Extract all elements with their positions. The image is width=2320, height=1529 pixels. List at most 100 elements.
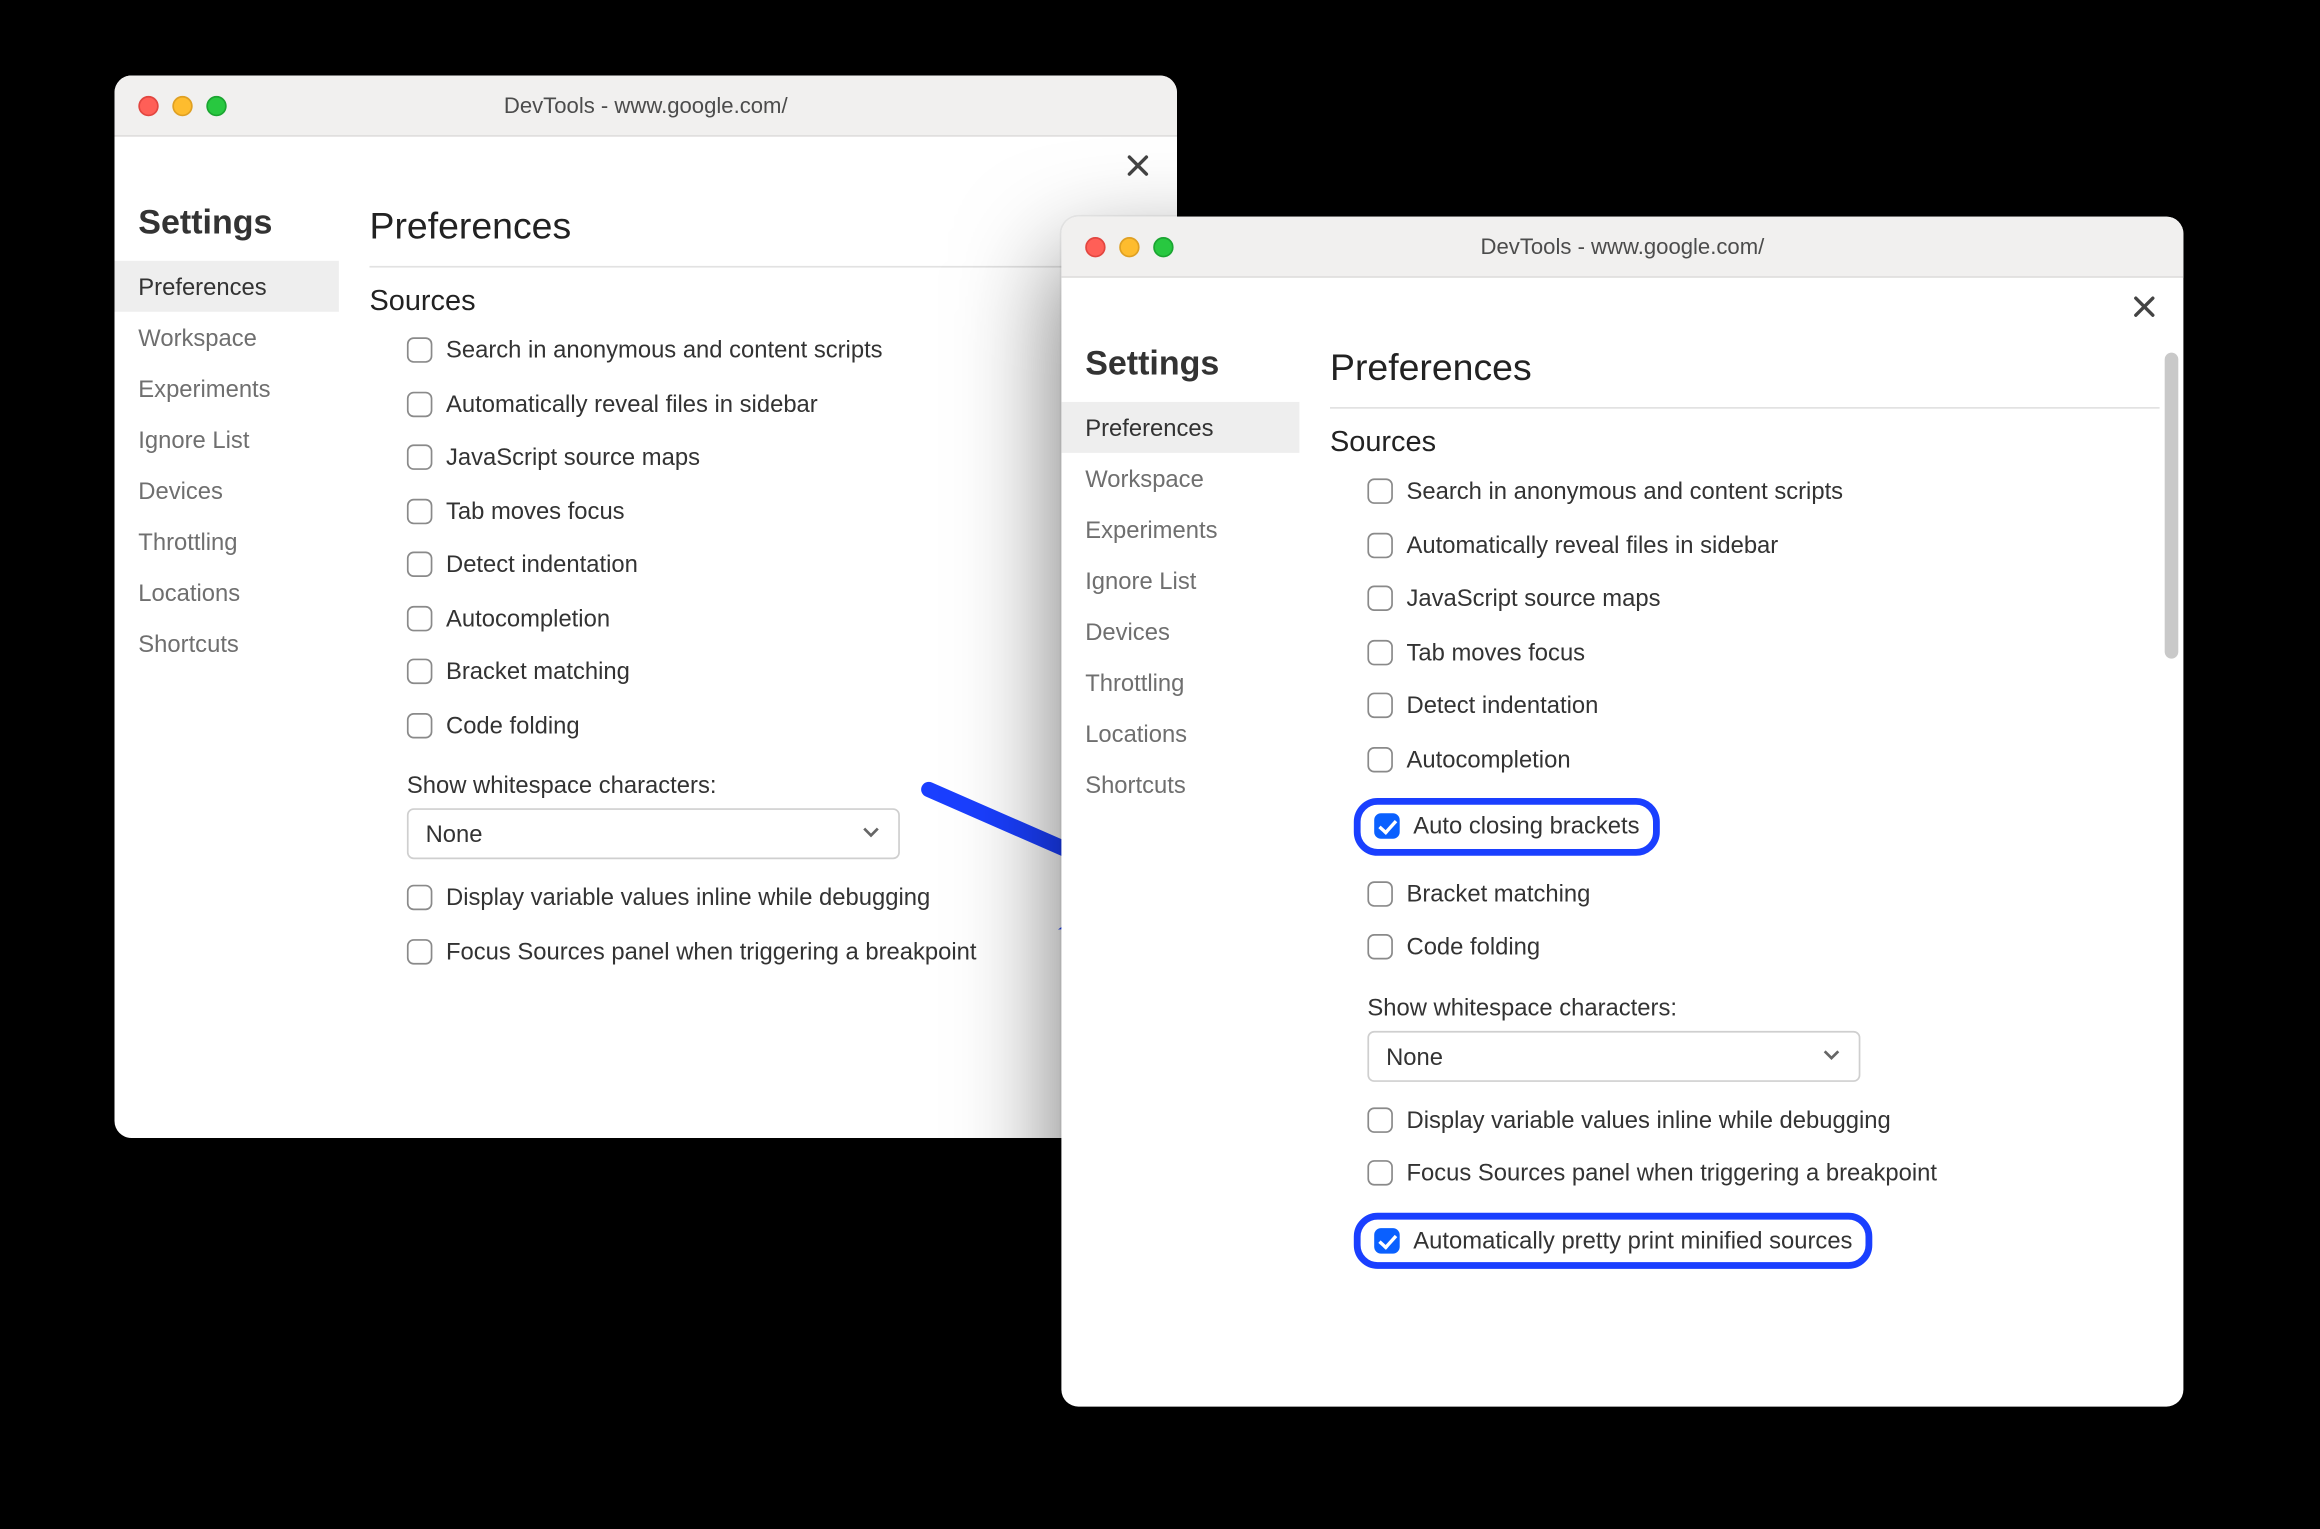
option-label: Tab moves focus	[1407, 637, 1586, 667]
settings-heading: Settings	[115, 201, 339, 261]
sidebar-item-throttling[interactable]: Throttling	[1061, 657, 1299, 708]
zoom-window-icon[interactable]	[206, 95, 226, 115]
preference-option[interactable]: Auto closing brackets	[1374, 812, 1639, 842]
section-heading-sources: Sources	[370, 285, 1154, 319]
preference-option[interactable]: Bracket matching	[407, 657, 1153, 687]
devtools-window-after: DevTools - www.google.com/ Settings Pref…	[1061, 217, 2183, 1407]
sidebar-item-shortcuts[interactable]: Shortcuts	[1061, 759, 1299, 810]
preference-option[interactable]: Automatically reveal files in sidebar	[1367, 530, 2159, 560]
sidebar-item-preferences[interactable]: Preferences	[1061, 402, 1299, 453]
checkbox[interactable]	[1374, 1227, 1400, 1253]
option-label: Display variable values inline while deb…	[446, 883, 930, 913]
checkbox[interactable]	[407, 391, 433, 417]
checkbox[interactable]	[407, 337, 433, 363]
preference-option[interactable]: Code folding	[1367, 932, 2159, 962]
scrollbar[interactable]	[2165, 353, 2179, 1390]
checkbox[interactable]	[1367, 586, 1393, 612]
checkbox[interactable]	[1367, 1160, 1393, 1186]
preference-option[interactable]: Tab moves focus	[407, 496, 1153, 526]
checkbox[interactable]	[407, 885, 433, 911]
checkbox[interactable]	[1367, 934, 1393, 960]
preference-option[interactable]: Tab moves focus	[1367, 637, 2159, 667]
preference-option[interactable]: Automatically pretty print minified sour…	[1374, 1226, 1852, 1256]
checkbox[interactable]	[407, 712, 433, 738]
panel-title: Preferences	[1330, 346, 2160, 407]
scrollbar-thumb[interactable]	[2165, 353, 2179, 659]
panel-title: Preferences	[370, 205, 1154, 266]
titlebar[interactable]: DevTools - www.google.com/	[115, 76, 1178, 137]
checkbox[interactable]	[407, 659, 433, 685]
checkbox[interactable]	[407, 498, 433, 524]
zoom-window-icon[interactable]	[1153, 236, 1173, 256]
option-label: Auto closing brackets	[1413, 812, 1639, 842]
checkbox[interactable]	[1367, 1107, 1393, 1133]
highlight-annotation: Automatically pretty print minified sour…	[1354, 1212, 1873, 1269]
checkbox[interactable]	[1367, 746, 1393, 772]
sidebar-item-experiments[interactable]: Experiments	[1061, 504, 1299, 555]
whitespace-label: Show whitespace characters:	[407, 771, 1153, 798]
sidebar-item-ignore-list[interactable]: Ignore List	[1061, 555, 1299, 606]
sidebar-item-devices[interactable]: Devices	[1061, 606, 1299, 657]
preference-option[interactable]: Focus Sources panel when triggering a br…	[1367, 1158, 2159, 1188]
checkbox[interactable]	[407, 938, 433, 964]
preferences-panel: Preferences Sources Search in anonymous …	[1299, 336, 2183, 1407]
preference-option[interactable]: Autocompletion	[1367, 744, 2159, 774]
preference-option[interactable]: Focus Sources panel when triggering a br…	[407, 937, 1153, 967]
preference-option[interactable]: Bracket matching	[1367, 879, 2159, 909]
whitespace-select[interactable]: None	[407, 808, 900, 859]
option-label: Bracket matching	[446, 657, 630, 687]
minimize-window-icon[interactable]	[1119, 236, 1139, 256]
preference-option[interactable]: JavaScript source maps	[1367, 584, 2159, 614]
chevron-down-icon	[1821, 1042, 1841, 1069]
checkbox[interactable]	[407, 605, 433, 631]
preference-option[interactable]: Display variable values inline while deb…	[407, 883, 1153, 913]
preference-option[interactable]: Detect indentation	[407, 550, 1153, 580]
sidebar-item-locations[interactable]: Locations	[1061, 708, 1299, 759]
titlebar[interactable]: DevTools - www.google.com/	[1061, 217, 2183, 278]
checkbox[interactable]	[1367, 532, 1393, 558]
sidebar-item-experiments[interactable]: Experiments	[115, 363, 339, 414]
option-label: Autocompletion	[446, 603, 610, 633]
sidebar-item-shortcuts[interactable]: Shortcuts	[115, 618, 339, 669]
checkbox[interactable]	[1367, 880, 1393, 906]
sidebar-item-workspace[interactable]: Workspace	[1061, 453, 1299, 504]
option-label: Detect indentation	[1407, 691, 1599, 721]
sidebar-item-preferences[interactable]: Preferences	[115, 261, 339, 312]
checkbox[interactable]	[407, 552, 433, 578]
preferences-panel: Preferences Sources Search in anonymous …	[339, 195, 1177, 1139]
settings-sidebar: Settings PreferencesWorkspaceExperiments…	[1061, 336, 1299, 1407]
minimize-window-icon[interactable]	[172, 95, 192, 115]
preference-option[interactable]: Search in anonymous and content scripts	[1367, 477, 2159, 507]
window-title: DevTools - www.google.com/	[1061, 234, 2183, 260]
close-settings-button[interactable]	[1119, 147, 1156, 184]
sidebar-item-workspace[interactable]: Workspace	[115, 312, 339, 363]
preference-option[interactable]: Search in anonymous and content scripts	[407, 336, 1153, 366]
checkbox[interactable]	[1367, 693, 1393, 719]
option-label: Code folding	[446, 710, 580, 740]
preference-option[interactable]: JavaScript source maps	[407, 443, 1153, 473]
checkbox[interactable]	[1367, 639, 1393, 665]
option-label: Focus Sources panel when triggering a br…	[1407, 1158, 1938, 1188]
sidebar-item-ignore-list[interactable]: Ignore List	[115, 414, 339, 465]
divider	[1330, 407, 2160, 409]
select-value: None	[426, 820, 483, 847]
preference-option[interactable]: Detect indentation	[1367, 691, 2159, 721]
preference-option[interactable]: Automatically reveal files in sidebar	[407, 389, 1153, 419]
option-label: Tab moves focus	[446, 496, 625, 526]
settings-heading: Settings	[1061, 342, 1299, 402]
whitespace-label: Show whitespace characters:	[1367, 993, 2159, 1020]
checkbox[interactable]	[1374, 813, 1400, 839]
checkbox[interactable]	[1367, 478, 1393, 504]
sidebar-item-locations[interactable]: Locations	[115, 567, 339, 618]
preference-option[interactable]: Code folding	[407, 710, 1153, 740]
option-label: Autocompletion	[1407, 744, 1571, 774]
whitespace-select[interactable]: None	[1367, 1030, 1860, 1081]
close-window-icon[interactable]	[138, 95, 158, 115]
preference-option[interactable]: Display variable values inline while deb…	[1367, 1105, 2159, 1135]
close-window-icon[interactable]	[1085, 236, 1105, 256]
preference-option[interactable]: Autocompletion	[407, 603, 1153, 633]
sidebar-item-devices[interactable]: Devices	[115, 465, 339, 516]
sidebar-item-throttling[interactable]: Throttling	[115, 516, 339, 567]
checkbox[interactable]	[407, 444, 433, 470]
close-settings-button[interactable]	[2126, 288, 2163, 325]
